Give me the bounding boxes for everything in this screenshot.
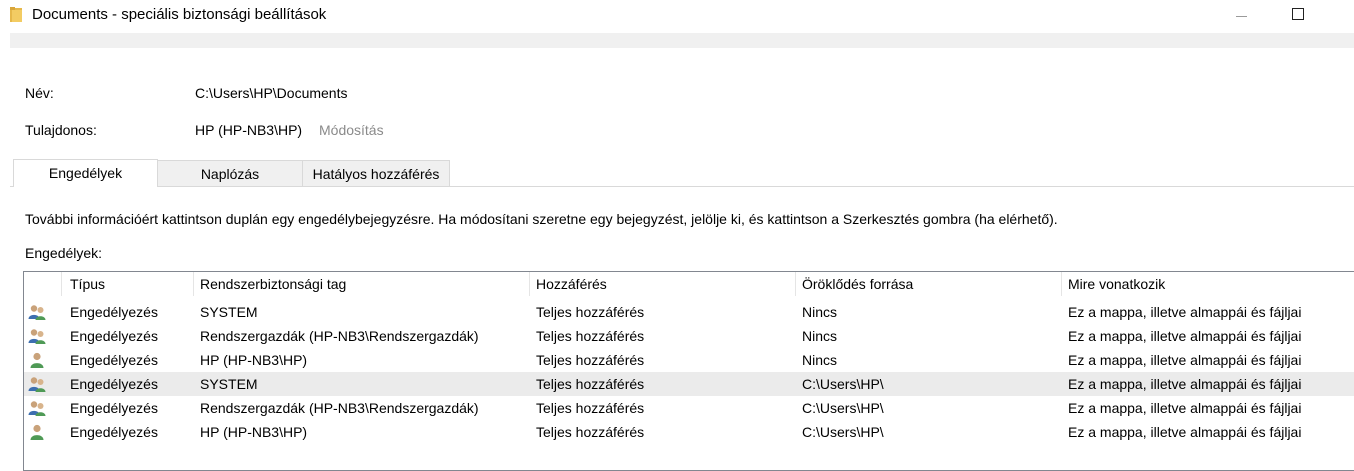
- single-user-icon: [30, 424, 44, 440]
- table-row[interactable]: Engedélyezés Rendszergazdák (HP-NB3\Rend…: [24, 396, 1354, 420]
- row-inherited: C:\Users\HP\: [802, 400, 884, 416]
- minimize-button[interactable]: [1212, 0, 1272, 32]
- row-applies: Ez a mappa, illetve almappái és fájljai: [1068, 376, 1302, 392]
- row-applies: Ez a mappa, illetve almappái és fájljai: [1068, 424, 1302, 440]
- table-row[interactable]: Engedélyezés HP (HP-NB3\HP) Teljes hozzá…: [24, 420, 1354, 444]
- row-applies: Ez a mappa, illetve almappái és fájljai: [1068, 400, 1302, 416]
- row-applies: Ez a mappa, illetve almappái és fájljai: [1068, 328, 1302, 344]
- table-row-selected[interactable]: Engedélyezés SYSTEM Teljes hozzáférés C:…: [24, 372, 1354, 396]
- list-header: Típus Rendszerbiztonsági tag Hozzáférés …: [24, 272, 1354, 296]
- row-type: Engedélyezés: [70, 376, 158, 392]
- row-access: Teljes hozzáférés: [536, 400, 645, 416]
- instructions-text: További információért kattintson duplán …: [25, 211, 1058, 227]
- owner-value: HP (HP-NB3\HP): [195, 122, 303, 138]
- col-type-header[interactable]: Típus: [64, 272, 194, 296]
- row-inherited: C:\Users\HP\: [802, 424, 884, 440]
- group-users-icon: [28, 329, 46, 344]
- maximize-button[interactable]: [1268, 0, 1328, 32]
- name-label: Név:: [25, 85, 54, 101]
- row-inherited: C:\Users\HP\: [802, 376, 884, 392]
- window-title: Documents - speciális biztonsági beállít…: [32, 6, 327, 23]
- owner-label: Tulajdonos:: [25, 122, 97, 138]
- row-applies: Ez a mappa, illetve almappái és fájljai: [1068, 304, 1302, 320]
- table-row[interactable]: Engedélyezés HP (HP-NB3\HP) Teljes hozzá…: [24, 348, 1354, 372]
- row-type: Engedélyezés: [70, 424, 158, 440]
- name-value: C:\Users\HP\Documents: [195, 85, 348, 101]
- row-type: Engedélyezés: [70, 400, 158, 416]
- row-principal: HP (HP-NB3\HP): [200, 352, 308, 368]
- row-principal: SYSTEM: [200, 376, 258, 392]
- table-row[interactable]: Engedélyezés SYSTEM Teljes hozzáférés Ni…: [24, 300, 1354, 324]
- row-access: Teljes hozzáférés: [536, 424, 645, 440]
- table-row[interactable]: Engedélyezés Rendszergazdák (HP-NB3\Rend…: [24, 324, 1354, 348]
- row-principal: SYSTEM: [200, 304, 258, 320]
- row-principal: Rendszergazdák (HP-NB3\Rendszergazdák): [200, 400, 479, 416]
- row-principal: Rendszergazdák (HP-NB3\Rendszergazdák): [200, 328, 479, 344]
- tab-auditing[interactable]: Naplózás: [157, 160, 303, 187]
- col-applies-header[interactable]: Mire vonatkozik: [1062, 272, 1354, 296]
- row-access: Teljes hozzáférés: [536, 376, 645, 392]
- group-users-icon: [28, 377, 46, 392]
- row-access: Teljes hozzáférés: [536, 352, 645, 368]
- tab-divider: [10, 186, 1354, 187]
- row-type: Engedélyezés: [70, 328, 158, 344]
- row-principal: HP (HP-NB3\HP): [200, 424, 308, 440]
- row-access: Teljes hozzáférés: [536, 328, 645, 344]
- permissions-label: Engedélyek:: [25, 245, 103, 261]
- row-type: Engedélyezés: [70, 304, 158, 320]
- row-inherited: Nincs: [802, 304, 838, 320]
- folder-icon: [10, 7, 22, 22]
- group-users-icon: [28, 401, 46, 416]
- col-access-header[interactable]: Hozzáférés: [530, 272, 796, 296]
- row-inherited: Nincs: [802, 328, 838, 344]
- content-panel: Név: C:\Users\HP\Documents Tulajdonos: H…: [10, 48, 1354, 471]
- dialog-body: Név: C:\Users\HP\Documents Tulajdonos: H…: [10, 33, 1354, 471]
- col-principal-header[interactable]: Rendszerbiztonsági tag: [194, 272, 530, 296]
- row-type: Engedélyezés: [70, 352, 158, 368]
- title-bar: Documents - speciális biztonsági beállít…: [0, 0, 1354, 32]
- col-inherited-header[interactable]: Öröklődés forrása: [796, 272, 1062, 296]
- change-owner-link[interactable]: Módosítás: [319, 122, 384, 138]
- row-applies: Ez a mappa, illetve almappái és fájljai: [1068, 352, 1302, 368]
- tab-effective-access[interactable]: Hatályos hozzáférés: [302, 160, 450, 187]
- single-user-icon: [30, 352, 44, 368]
- permissions-list[interactable]: Típus Rendszerbiztonsági tag Hozzáférés …: [23, 271, 1354, 471]
- row-inherited: Nincs: [802, 352, 838, 368]
- group-users-icon: [28, 305, 46, 320]
- tab-permissions[interactable]: Engedélyek: [13, 159, 158, 187]
- row-access: Teljes hozzáférés: [536, 304, 645, 320]
- col-icon-header[interactable]: [24, 272, 62, 296]
